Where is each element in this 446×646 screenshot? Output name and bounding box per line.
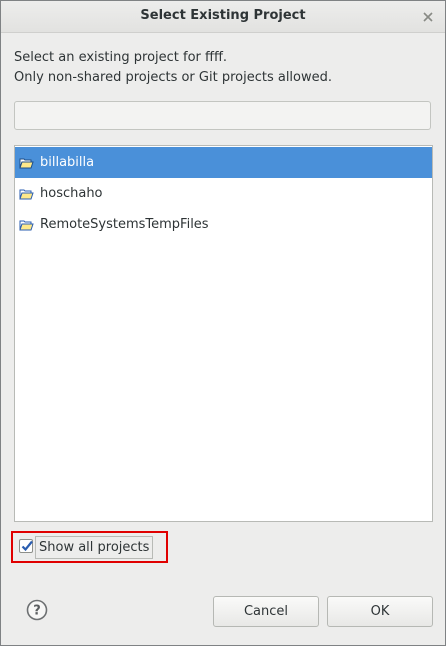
- cancel-button[interactable]: Cancel: [213, 596, 319, 627]
- show-all-label[interactable]: Show all projects: [35, 536, 154, 559]
- ok-button[interactable]: OK: [327, 596, 433, 627]
- title-bar[interactable]: Select Existing Project: [1, 1, 445, 33]
- project-label: RemoteSystemsTempFiles: [40, 217, 209, 232]
- folder-icon: [19, 156, 35, 170]
- help-icon: ?: [26, 599, 48, 621]
- dialog-window: Select Existing Project Select an existi…: [0, 0, 446, 646]
- project-list[interactable]: billabilla hoschaho RemoteSystemsTempFil…: [14, 145, 433, 522]
- folder-icon: [19, 218, 35, 232]
- project-label: hoschaho: [40, 186, 103, 201]
- svg-text:?: ?: [33, 604, 41, 619]
- list-item-remotesystemstempfiles[interactable]: RemoteSystemsTempFiles: [15, 209, 432, 240]
- list-item-billabilla[interactable]: billabilla: [15, 147, 432, 178]
- filter-input[interactable]: [14, 101, 431, 130]
- show-all-checkbox[interactable]: [19, 539, 33, 553]
- dialog-title: Select Existing Project: [140, 8, 306, 23]
- close-button[interactable]: [420, 9, 436, 25]
- description-line-2: Only non-shared projects or Git projects…: [14, 70, 333, 85]
- description-line-1: Select an existing project for ffff.: [14, 50, 228, 65]
- checkmark-icon: [21, 540, 33, 552]
- folder-icon: [19, 187, 35, 201]
- project-label: billabilla: [40, 155, 95, 170]
- list-item-hoschaho[interactable]: hoschaho: [15, 178, 432, 209]
- help-button[interactable]: ?: [26, 599, 48, 621]
- close-icon: [423, 12, 433, 22]
